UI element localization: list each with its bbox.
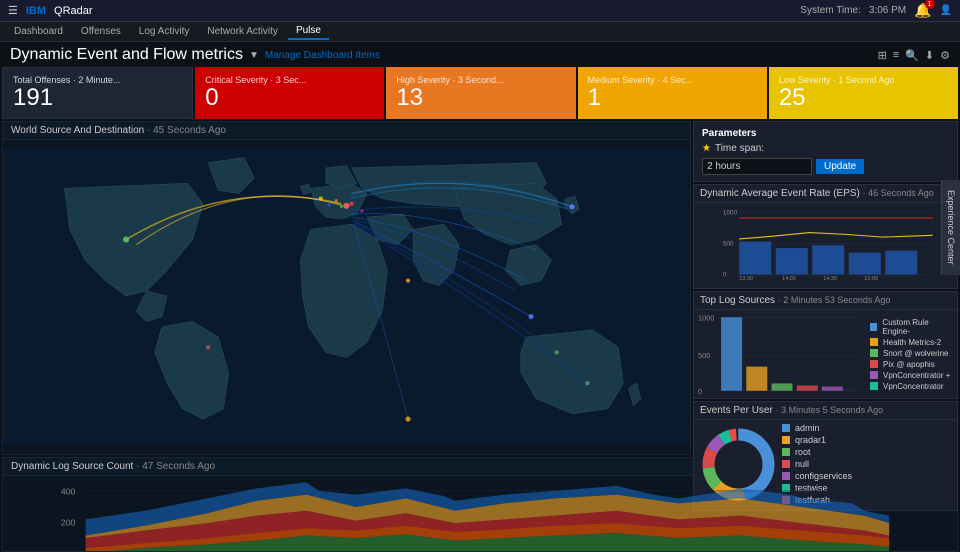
tab-network-activity[interactable]: Network Activity: [199, 24, 286, 39]
notification-bell[interactable]: 🔔 1: [914, 2, 931, 19]
svg-text:14:30: 14:30: [823, 276, 837, 280]
qradar-title: QRadar: [54, 5, 93, 17]
grid-icon[interactable]: ⊞: [878, 49, 887, 62]
metrics-row: Total Offenses · 2 Minute... 191 Critica…: [0, 67, 960, 119]
log-sources-body: 1000 500 0 Custom Ru: [694, 310, 957, 398]
svg-text:1000: 1000: [698, 313, 714, 322]
metric-high: High Severity · 3 Second... 13: [386, 67, 575, 119]
svg-text:400: 400: [61, 487, 76, 497]
metric-low-value: 25: [779, 85, 948, 111]
map-panel-title: World Source And Destination · 45 Second…: [3, 122, 690, 140]
svg-text:14:00: 14:00: [782, 276, 796, 280]
svg-text:13:30: 13:30: [739, 276, 753, 280]
eps-chart-title: Dynamic Average Event Rate (EPS) · 46 Se…: [694, 185, 957, 203]
list-icon[interactable]: ≡: [893, 49, 899, 61]
metric-low: Low Severity · 1 Second Ago 25: [769, 67, 958, 119]
toolbar-icons: ⊞ ≡ 🔍 ⬇ ⚙: [878, 49, 950, 62]
svg-text:500: 500: [698, 351, 710, 360]
log-sources-panel: Top Log Sources · 2 Minutes 53 Seconds A…: [693, 291, 958, 399]
legend-health-metrics: Health Metrics-2: [870, 338, 953, 347]
legend-vpn2: VpnConcentrator: [870, 382, 953, 391]
dropdown-arrow[interactable]: ▼: [249, 50, 259, 61]
params-panel: Parameters ★ Time span: Update: [693, 121, 958, 182]
metric-total-value: 191: [13, 85, 182, 111]
metric-high-value: 13: [396, 85, 565, 111]
metric-total: Total Offenses · 2 Minute... 191: [2, 67, 193, 119]
metric-medium-value: 1: [588, 85, 757, 111]
svg-text:15:00: 15:00: [864, 276, 878, 280]
tab-pulse[interactable]: Pulse: [288, 23, 329, 40]
search-icon[interactable]: 🔍: [905, 49, 919, 62]
legend-snort: Snort @ wolverine: [870, 349, 953, 358]
bottom-chart-svg: 400 200 14:10 14:30 15:00 14:50 15:00: [3, 476, 957, 552]
system-time: 3:06 PM: [869, 5, 906, 16]
top-bar: ☰ IBM QRadar System Time: 3:06 PM 🔔 1 👤: [0, 0, 960, 22]
eps-chart-panel: Dynamic Average Event Rate (EPS) · 46 Se…: [693, 184, 958, 289]
svg-text:500: 500: [723, 240, 734, 247]
top-bar-right: System Time: 3:06 PM 🔔 1 👤: [800, 2, 952, 19]
settings-icon[interactable]: ⚙: [940, 49, 950, 62]
legend-qradar1: qradar1: [782, 435, 953, 445]
metric-critical-value: 0: [205, 85, 374, 111]
legend-custom-rule: Custom Rule Engine-: [870, 318, 953, 336]
svg-text:0: 0: [723, 271, 727, 278]
events-panel-title: Events Per User · 3 Minutes 5 Seconds Ag…: [694, 402, 957, 420]
download-icon[interactable]: ⬇: [925, 49, 934, 62]
params-time-row: ★ Time span:: [702, 143, 949, 154]
metric-medium-label: Medium Severity · 4 Sec...: [588, 75, 757, 85]
tab-offenses[interactable]: Offenses: [73, 24, 129, 39]
map-container: [3, 140, 690, 452]
nav-tabs: Dashboard Offenses Log Activity Network …: [0, 22, 960, 42]
system-time-label: System Time:: [800, 5, 861, 16]
params-time-label: Time span:: [715, 143, 764, 154]
world-map-svg: [3, 140, 690, 452]
svg-text:1000: 1000: [723, 209, 738, 216]
metric-critical-label: Critical Severity · 3 Sec...: [205, 75, 374, 85]
metric-medium: Medium Severity · 4 Sec... 1: [578, 67, 767, 119]
svg-text:0: 0: [698, 387, 702, 396]
log-sources-svg: 1000 500 0: [698, 312, 866, 396]
time-span-input[interactable]: [702, 158, 812, 175]
user-icon[interactable]: 👤: [940, 5, 952, 16]
right-panel: Parameters ★ Time span: Update Dynamic A…: [693, 121, 958, 455]
eps-chart-body: 1000 500 0: [694, 203, 957, 284]
legend-pix: Pix @ apophis: [870, 360, 953, 369]
ibm-logo: IBM: [26, 5, 46, 17]
legend-null: null: [782, 459, 953, 469]
tab-dashboard[interactable]: Dashboard: [6, 24, 71, 39]
manage-dashboard-link[interactable]: Manage Dashboard Items: [265, 50, 380, 61]
hamburger-icon[interactable]: ☰: [8, 4, 18, 17]
legend-vpn1: VpnConcentrator +: [870, 371, 953, 380]
top-bar-left: ☰ IBM QRadar: [8, 4, 93, 17]
eps-svg: 1000 500 0: [700, 207, 951, 280]
params-title: Parameters: [702, 128, 949, 139]
star-icon: ★: [702, 143, 711, 154]
map-panel: World Source And Destination · 45 Second…: [2, 121, 691, 455]
metric-critical: Critical Severity · 3 Sec... 0: [195, 67, 384, 119]
main-content: World Source And Destination · 45 Second…: [0, 119, 960, 457]
experience-center-tab[interactable]: Experience Center: [941, 180, 960, 275]
svg-text:200: 200: [61, 518, 76, 528]
notification-badge: 1: [925, 0, 935, 9]
legend-root: root: [782, 447, 953, 457]
tab-log-activity[interactable]: Log Activity: [131, 24, 198, 39]
page-header: Dynamic Event and Flow metrics ▼ Manage …: [0, 42, 960, 67]
update-button[interactable]: Update: [816, 159, 864, 174]
legend-admin: admin: [782, 423, 953, 433]
log-sources-title: Top Log Sources · 2 Minutes 53 Seconds A…: [694, 292, 957, 310]
page-title: Dynamic Event and Flow metrics: [10, 46, 243, 64]
log-sources-legend: Custom Rule Engine- Health Metrics-2 Sno…: [866, 312, 953, 396]
